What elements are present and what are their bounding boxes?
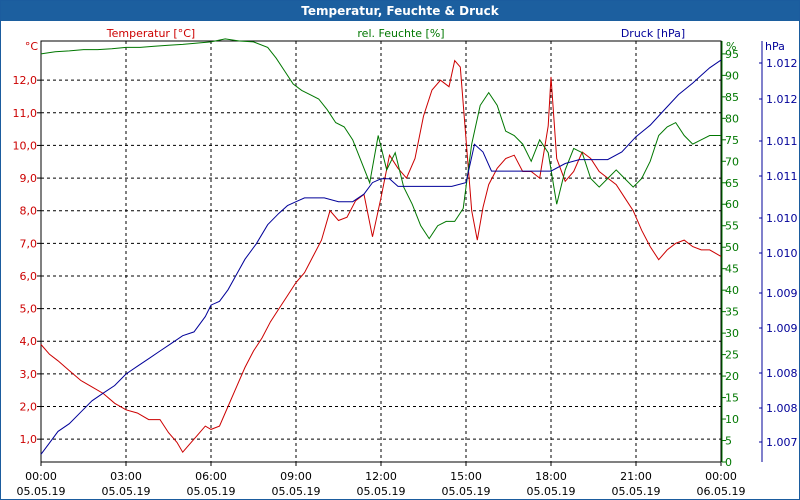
x-tick-label-time: 03:00: [110, 470, 142, 483]
pressure-tick-label: 1.007: [766, 436, 798, 449]
temperature-tick-label: 3,0: [20, 368, 38, 381]
humidity-tick-label: 10: [725, 413, 739, 426]
pressure-unit-label: hPa: [765, 40, 785, 53]
humidity-tick-label: 75: [725, 134, 739, 147]
humidity-tick-label: 55: [725, 220, 739, 233]
chart-canvas: 00:00 05.05.19 03:00 05.05.19 06:00 05.05.19 0…: [13, 27, 798, 498]
temperature-tick-label: 10,0: [13, 139, 38, 152]
humidity-unit-label: %: [726, 40, 736, 53]
humidity-tick-label: 70: [725, 155, 739, 168]
humidity-tick-label: 65: [725, 177, 739, 190]
x-tick-label-time: 00:00: [705, 470, 737, 483]
pressure-tick-label: 1.008: [766, 367, 798, 380]
pressure-tick-label: 1.009: [766, 322, 798, 335]
temperature-tick-label: 4,0: [20, 335, 38, 348]
x-tick-label-date: 05.05.19: [272, 485, 321, 498]
grid-layer: [41, 41, 721, 462]
pressure-tick-label: 1.008: [766, 402, 798, 415]
humidity-tick-label: 60: [725, 198, 739, 211]
humidity-tick-label: 35: [725, 306, 739, 319]
axes-layer: [37, 40, 763, 466]
pressure-tick-label: 1.012: [766, 57, 798, 70]
humidity-tick-label: 0: [725, 456, 732, 469]
x-tick-label-time: 06:00: [195, 470, 227, 483]
x-tick-label-date: 05.05.19: [102, 485, 151, 498]
x-tick-label-date: 06.05.19: [697, 485, 746, 498]
temperature-axis-title: Temperatur [°C]: [106, 27, 195, 40]
humidity-tick-label: 25: [725, 349, 739, 362]
labels-layer: 00:00 05.05.19 03:00 05.05.19 06:00 05.05.19 0…: [13, 27, 798, 498]
humidity-axis-title: rel. Feuchte [%]: [357, 27, 444, 40]
pressure-tick-label: 1.011: [766, 135, 798, 148]
chart-window: Temperatur, Feuchte & Druck 00:00 05.05.1…: [0, 0, 800, 500]
temperature-tick-label: 8,0: [20, 205, 38, 218]
temperature-tick-label: 7,0: [20, 237, 38, 250]
temperature-tick-label: 12,0: [13, 74, 38, 87]
x-tick-label-time: 00:00: [25, 470, 57, 483]
humidity-tick-label: 90: [725, 69, 739, 82]
temperature-tick-label: 11,0: [13, 107, 38, 120]
pressure-tick-label: 1.010: [766, 212, 798, 225]
x-tick-label-date: 05.05.19: [442, 485, 491, 498]
x-tick-label-time: 15:00: [450, 470, 482, 483]
x-tick-label-time: 09:00: [280, 470, 312, 483]
x-tick-label-date: 05.05.19: [527, 485, 576, 498]
temperature-unit-label: °C: [25, 40, 39, 53]
temperature-tick-label: 2,0: [20, 401, 38, 414]
temperature-tick-label: 9,0: [20, 172, 38, 185]
x-tick-label-date: 05.05.19: [357, 485, 406, 498]
humidity-tick-label: 85: [725, 91, 739, 104]
pressure-tick-label: 1.011: [766, 170, 798, 183]
humidity-tick-label: 45: [725, 263, 739, 276]
humidity-tick-label: 40: [725, 284, 739, 297]
humidity-tick-label: 30: [725, 327, 739, 340]
x-tick-label-time: 12:00: [365, 470, 397, 483]
temperature-tick-label: 5,0: [20, 303, 38, 316]
x-tick-label-date: 05.05.19: [17, 485, 66, 498]
humidity-tick-label: 20: [725, 370, 739, 383]
x-tick-label-time: 21:00: [620, 470, 652, 483]
temperature-tick-label: 1,0: [20, 433, 38, 446]
pressure-tick-label: 1.010: [766, 247, 798, 260]
humidity-tick-label: 80: [725, 112, 739, 125]
pressure-tick-label: 1.009: [766, 287, 798, 300]
x-tick-label-date: 05.05.19: [612, 485, 661, 498]
humidity-tick-label: 5: [725, 435, 732, 448]
pressure-tick-label: 1.012: [766, 93, 798, 106]
humidity-tick-label: 50: [725, 241, 739, 254]
temperature-tick-label: 6,0: [20, 270, 38, 283]
pressure-axis-title: Druck [hPa]: [621, 27, 685, 40]
humidity-tick-label: 15: [725, 392, 739, 405]
x-tick-label-time: 18:00: [535, 470, 567, 483]
x-tick-label-date: 05.05.19: [187, 485, 236, 498]
